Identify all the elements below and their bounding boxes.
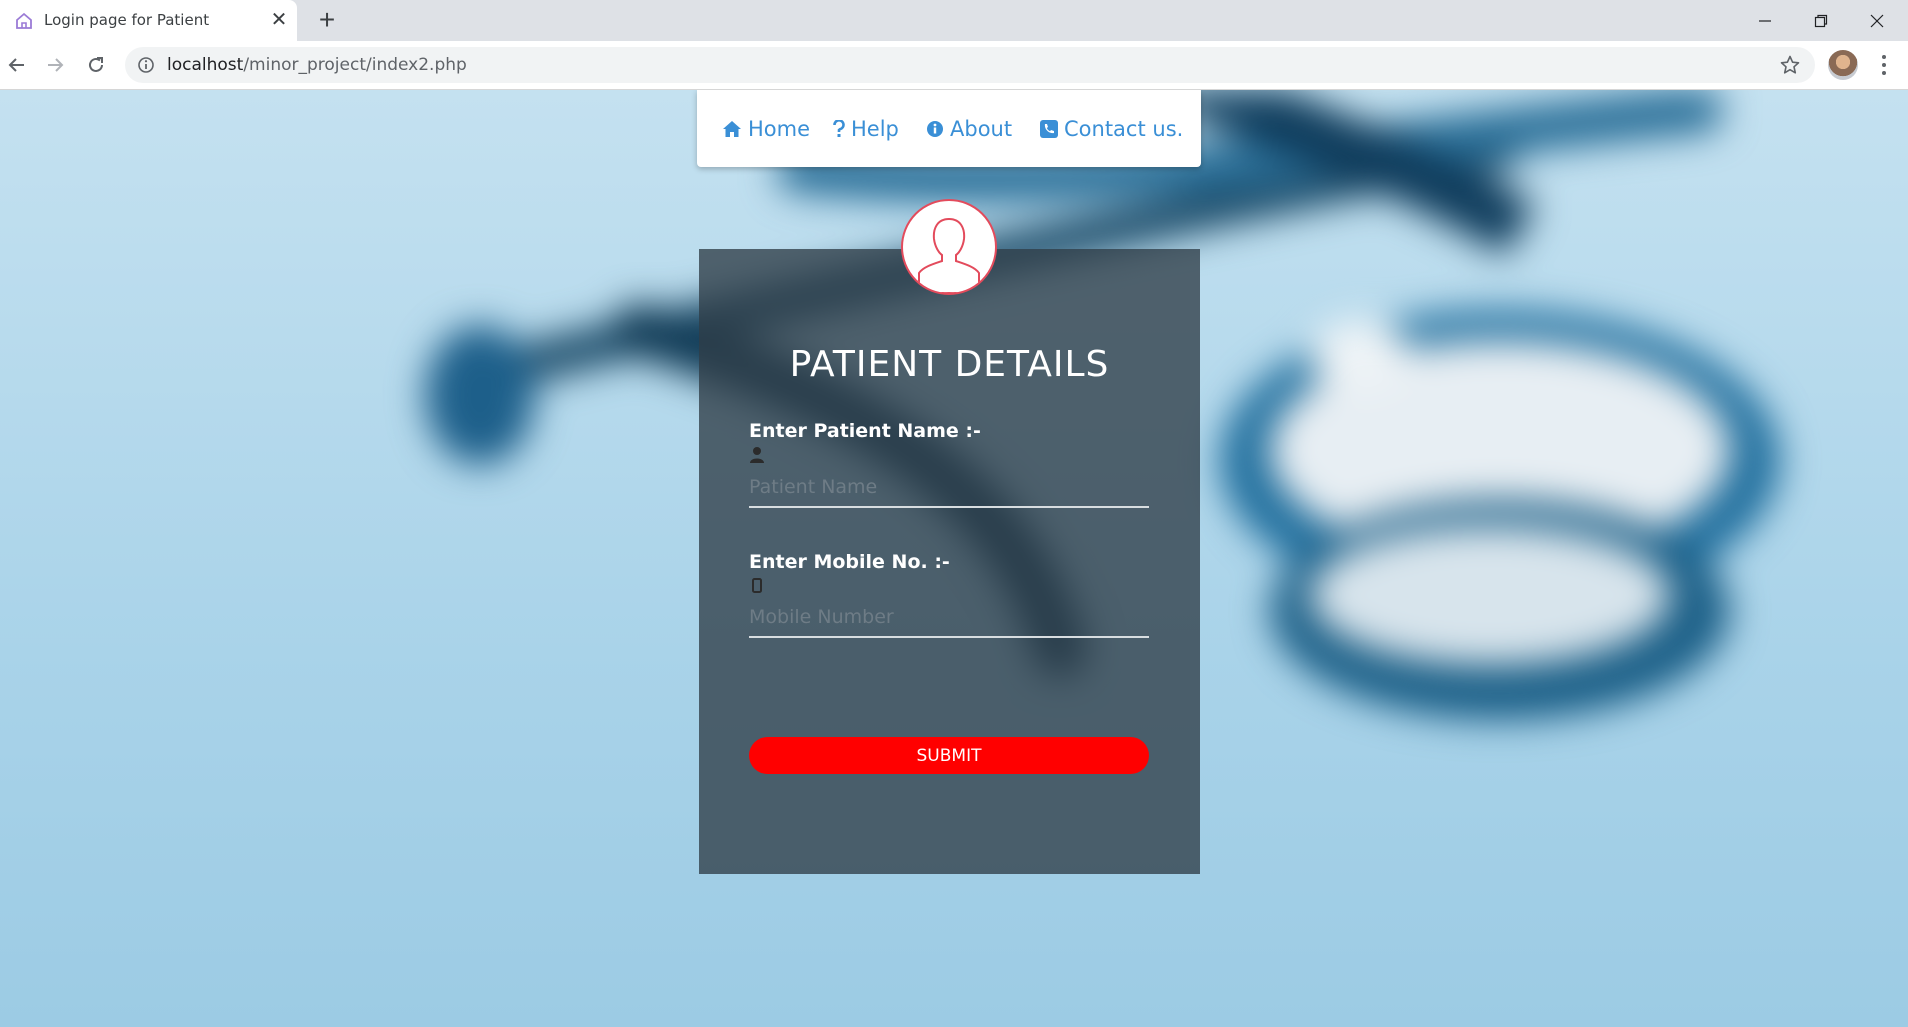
patient-name-input[interactable] <box>749 468 1149 508</box>
forward-arrow-icon <box>48 58 64 72</box>
minimize-icon <box>1759 19 1771 22</box>
user-avatar-icon <box>901 199 997 295</box>
nav-about-label: About <box>950 117 1013 141</box>
browser-tabstrip: Login page for Patient ✕ + <box>0 0 1908 41</box>
restore-button[interactable] <box>1798 0 1844 41</box>
nav-help-link[interactable]: Help <box>833 114 899 144</box>
tab-title: Login page for Patient <box>44 11 210 29</box>
close-icon <box>1870 14 1884 27</box>
mobile-phone-icon <box>752 578 762 593</box>
restore-icon <box>1814 14 1828 27</box>
nav-home-label: Home <box>748 117 811 141</box>
nav-about-link[interactable]: About <box>926 114 1012 144</box>
user-icon <box>750 447 764 463</box>
top-navbar: Home Help About Contact us. <box>697 90 1201 167</box>
home-icon <box>723 121 741 137</box>
url-path: /minor_project/index2.php <box>243 55 467 75</box>
back-arrow-icon <box>8 58 24 72</box>
mobile-number-label: Enter Mobile No. :- <box>749 551 950 573</box>
browser-tab[interactable]: Login page for Patient ✕ <box>0 0 297 41</box>
patient-name-label: Enter Patient Name :- <box>749 420 981 442</box>
info-icon <box>927 121 943 137</box>
new-tab-button[interactable]: + <box>314 6 340 34</box>
close-window-button[interactable] <box>1854 0 1900 41</box>
site-info-icon[interactable] <box>137 56 155 74</box>
page-viewport: Home Help About Contact us. PATIENT DETA… <box>0 90 1908 1027</box>
address-bar[interactable]: localhost/minor_project/index2.php <box>125 47 1815 83</box>
reload-button[interactable] <box>81 50 111 80</box>
tab-close-icon[interactable]: ✕ <box>268 9 290 31</box>
url-host: localhost <box>167 55 244 75</box>
home-favicon-icon <box>16 12 32 29</box>
back-button[interactable] <box>2 50 32 80</box>
reload-icon <box>89 57 103 72</box>
question-icon <box>833 120 845 137</box>
form-title: PATIENT DETAILS <box>789 344 1110 385</box>
forward-button[interactable] <box>40 50 70 80</box>
nav-home-link[interactable]: Home <box>722 114 810 144</box>
profile-avatar[interactable] <box>1828 50 1858 80</box>
url-text: localhost/minor_project/index2.php <box>167 55 467 75</box>
nav-contact-label: Contact us. <box>1064 117 1184 141</box>
nav-help-label: Help <box>851 117 899 141</box>
nav-contact-link[interactable]: Contact us. <box>1040 114 1183 144</box>
browser-toolbar: localhost/minor_project/index2.php <box>0 41 1908 90</box>
browser-menu-icon[interactable] <box>1872 50 1896 80</box>
minimize-button[interactable] <box>1742 0 1788 41</box>
phone-icon <box>1040 120 1058 138</box>
submit-button[interactable]: SUBMIT <box>749 737 1149 774</box>
mobile-number-input[interactable] <box>749 598 1149 638</box>
bookmark-star-icon[interactable] <box>1779 54 1801 76</box>
